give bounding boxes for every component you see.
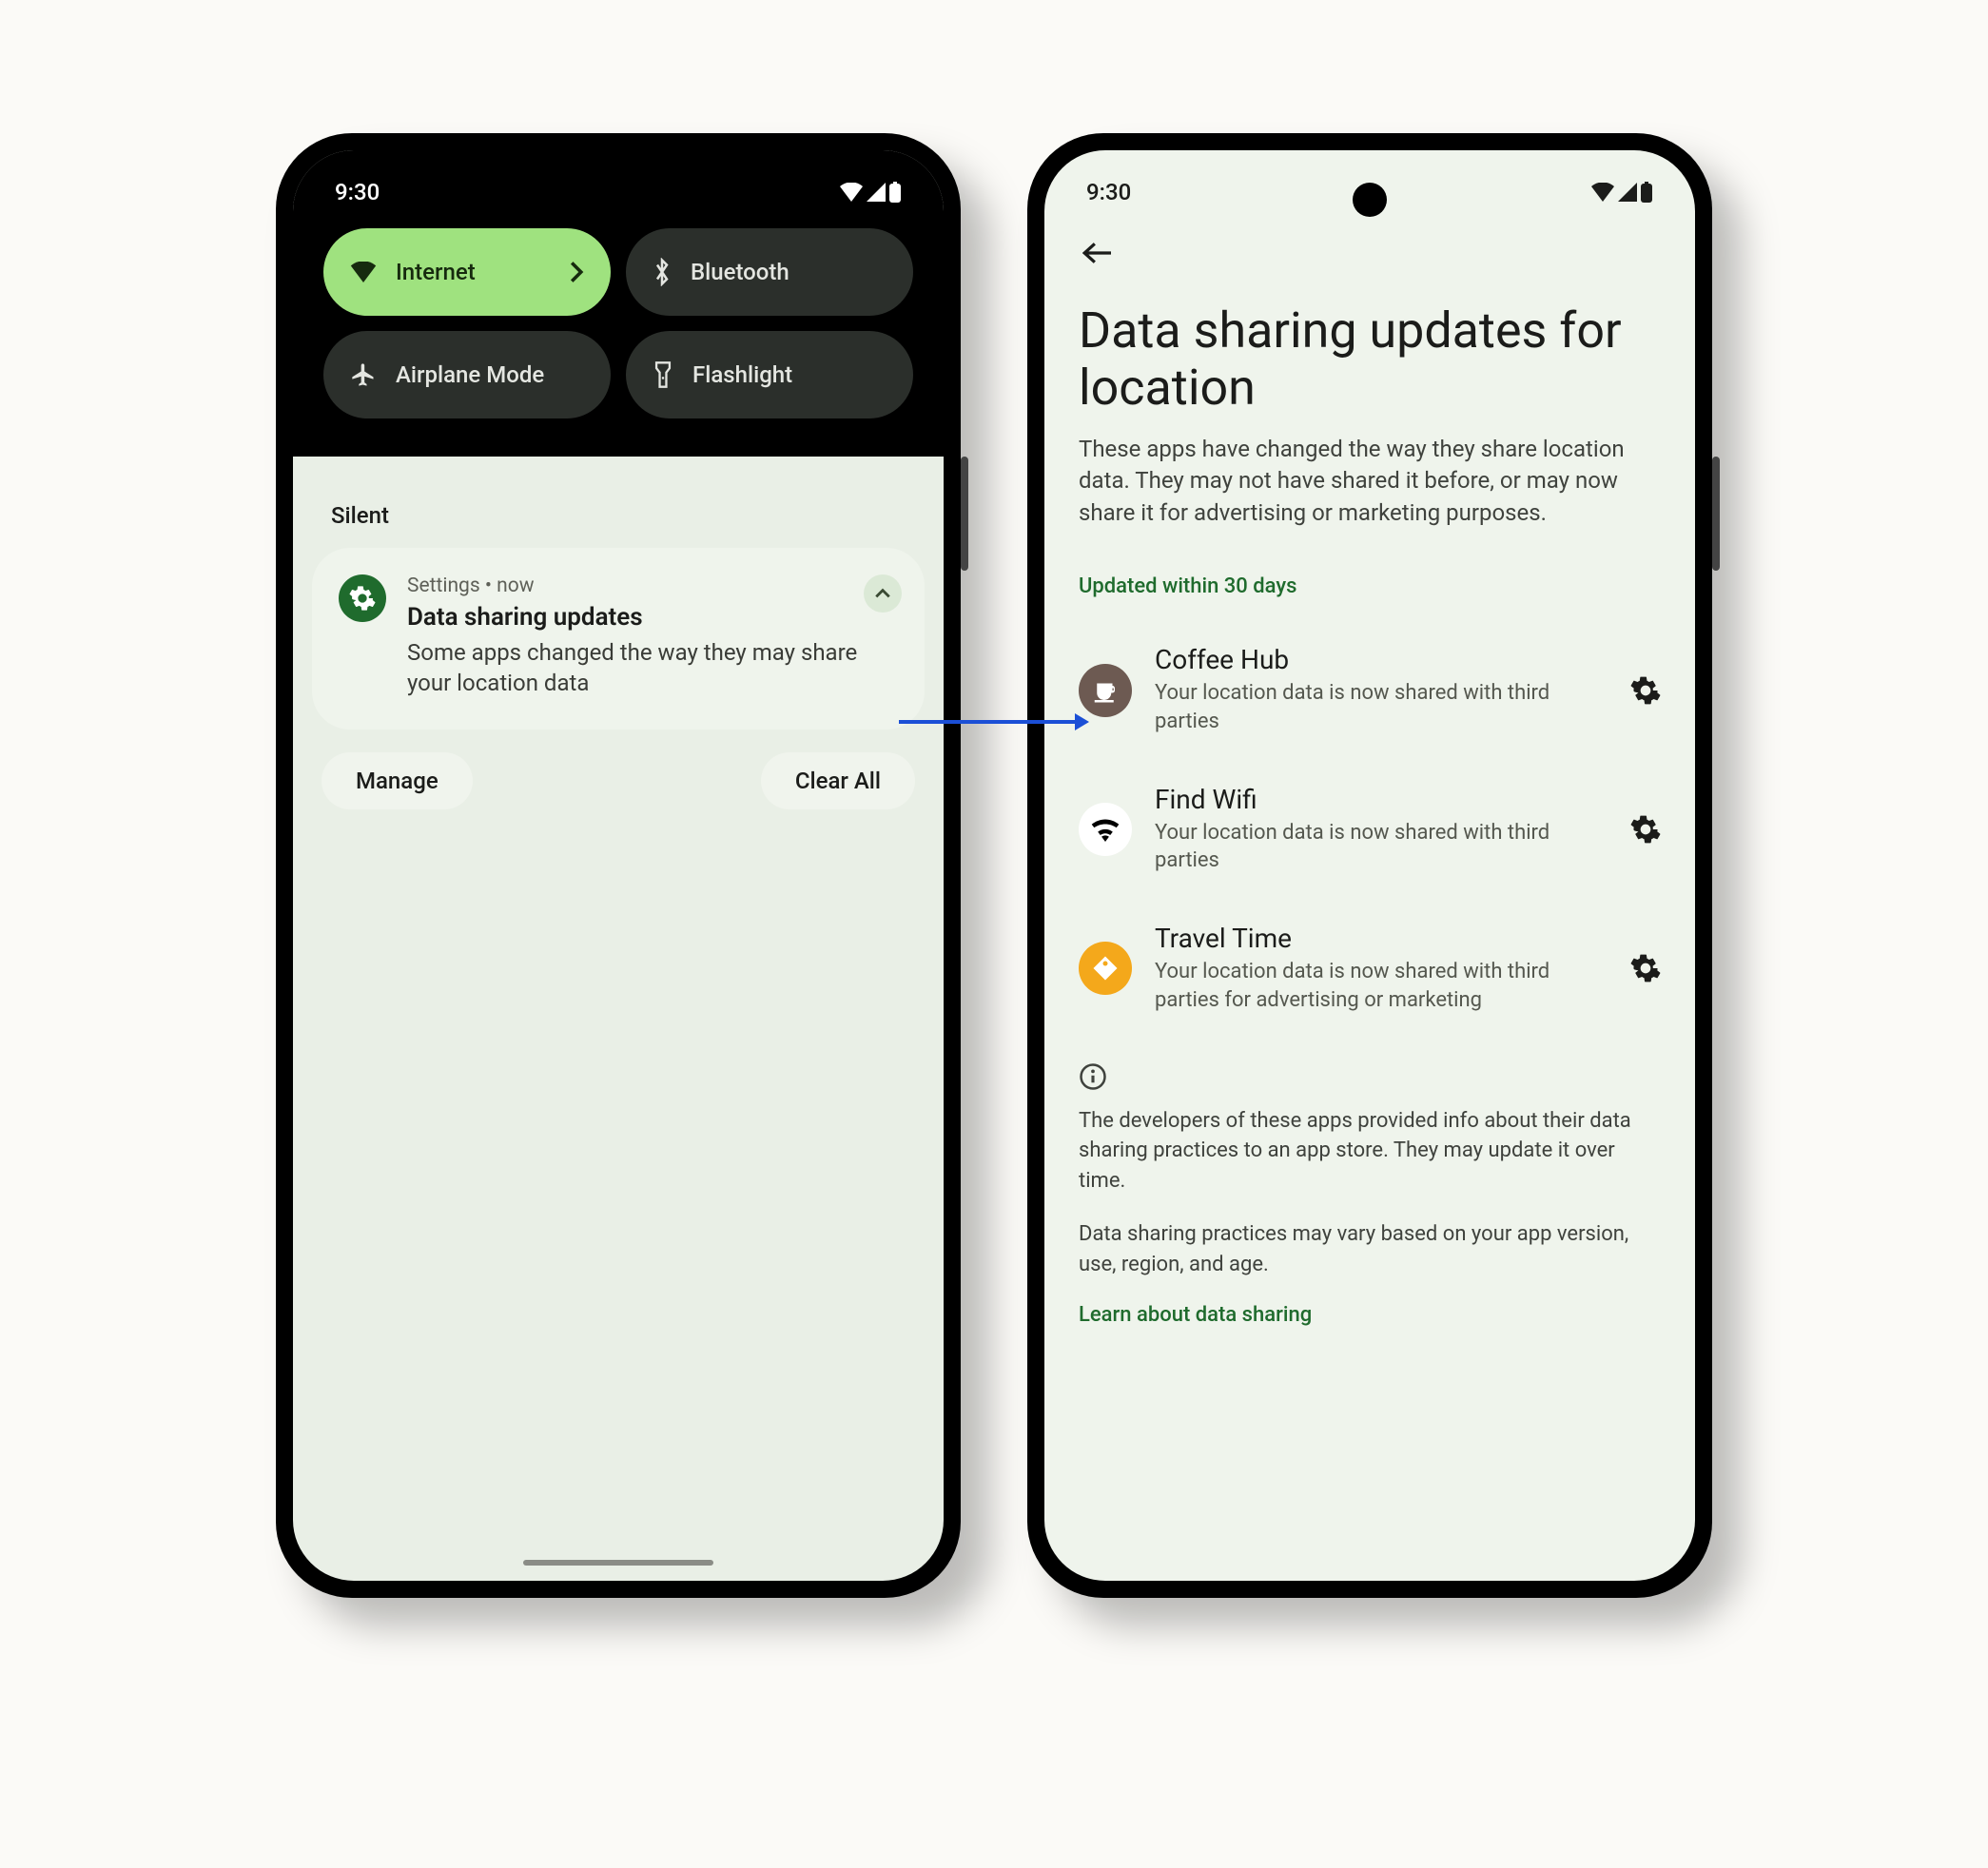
app-row[interactable]: Travel Time Your location data is now sh… [1079, 904, 1661, 1042]
app-desc: Your location data is now shared with th… [1155, 958, 1608, 1014]
manage-button[interactable]: Manage [322, 752, 473, 809]
section-label: Updated within 30 days [1079, 574, 1661, 598]
bluetooth-icon [653, 258, 672, 286]
gear-icon [349, 585, 376, 612]
notification-source: Settings • now [407, 574, 898, 597]
notification-text: Some apps changed the way they may share… [407, 637, 898, 699]
gear-icon [1630, 953, 1661, 983]
app-icon [1079, 942, 1132, 995]
qs-tile-label: Internet [396, 259, 476, 285]
app-settings-button[interactable] [1630, 675, 1661, 706]
app-list: Coffee Hub Your location data is now sha… [1079, 625, 1661, 1042]
battery-icon [888, 182, 902, 203]
app-name: Travel Time [1155, 923, 1608, 954]
info-icon [1079, 1062, 1661, 1091]
qs-tile-bluetooth[interactable]: Bluetooth [626, 228, 913, 316]
app-name: Find Wifi [1155, 784, 1608, 815]
qs-tile-flashlight[interactable]: Flashlight [626, 331, 913, 418]
navigation-handle[interactable] [523, 1560, 713, 1566]
footer-text-1: The developers of these apps provided in… [1079, 1106, 1661, 1197]
gear-icon [1630, 814, 1661, 845]
signal-icon [866, 183, 887, 202]
page-subtitle: These apps have changed the way they sha… [1079, 434, 1661, 530]
app-desc: Your location data is now shared with th… [1155, 679, 1608, 735]
notification-title: Data sharing updates [407, 603, 898, 632]
app-row[interactable]: Coffee Hub Your location data is now sha… [1079, 625, 1661, 764]
qs-tile-label: Airplane Mode [396, 361, 544, 388]
gear-icon [1630, 675, 1661, 706]
clear-all-button[interactable]: Clear All [761, 752, 915, 809]
wifi-icon [839, 183, 864, 202]
settings-app-icon [339, 574, 386, 622]
airplane-icon [350, 361, 377, 388]
notification-section-silent: Silent [312, 479, 925, 548]
qs-tile-internet[interactable]: Internet [323, 228, 611, 316]
footer-text-2: Data sharing practices may vary based on… [1079, 1219, 1661, 1280]
wifi-icon [1590, 183, 1615, 202]
clock: 9:30 [335, 179, 380, 205]
camera-hole [1353, 183, 1387, 217]
app-desc: Your location data is now shared with th… [1155, 819, 1608, 875]
app-settings-button[interactable] [1630, 953, 1661, 983]
flashlight-icon [653, 360, 673, 389]
page-title: Data sharing updates for location [1079, 302, 1661, 417]
chevron-right-icon [569, 261, 584, 283]
app-settings-button[interactable] [1630, 814, 1661, 845]
back-button[interactable] [1079, 232, 1661, 302]
status-icons [1590, 182, 1653, 203]
learn-link[interactable]: Learn about data sharing [1079, 1303, 1661, 1327]
phone-detail-screen: 9:30 Data sharing updates for location T… [1027, 133, 1712, 1598]
app-icon [1079, 803, 1132, 856]
qs-tile-label: Bluetooth [691, 259, 789, 285]
flow-arrow-icon [899, 708, 1089, 736]
signal-icon [1617, 183, 1638, 202]
phone-notification-shade: 9:30 Internet Bluetooth [276, 133, 961, 1598]
collapse-button[interactable] [864, 574, 902, 613]
wifi-icon [350, 262, 377, 282]
app-name: Coffee Hub [1155, 644, 1608, 675]
qs-tile-label: Flashlight [692, 361, 792, 388]
status-icons [839, 182, 902, 203]
notification-card[interactable]: Settings • now Data sharing updates Some… [312, 548, 925, 730]
arrow-left-icon [1082, 242, 1111, 264]
status-bar: 9:30 [323, 179, 913, 228]
battery-icon [1640, 182, 1653, 203]
qs-tile-airplane[interactable]: Airplane Mode [323, 331, 611, 418]
clock: 9:30 [1086, 179, 1131, 205]
app-row[interactable]: Find Wifi Your location data is now shar… [1079, 765, 1661, 904]
chevron-up-icon [874, 588, 891, 599]
